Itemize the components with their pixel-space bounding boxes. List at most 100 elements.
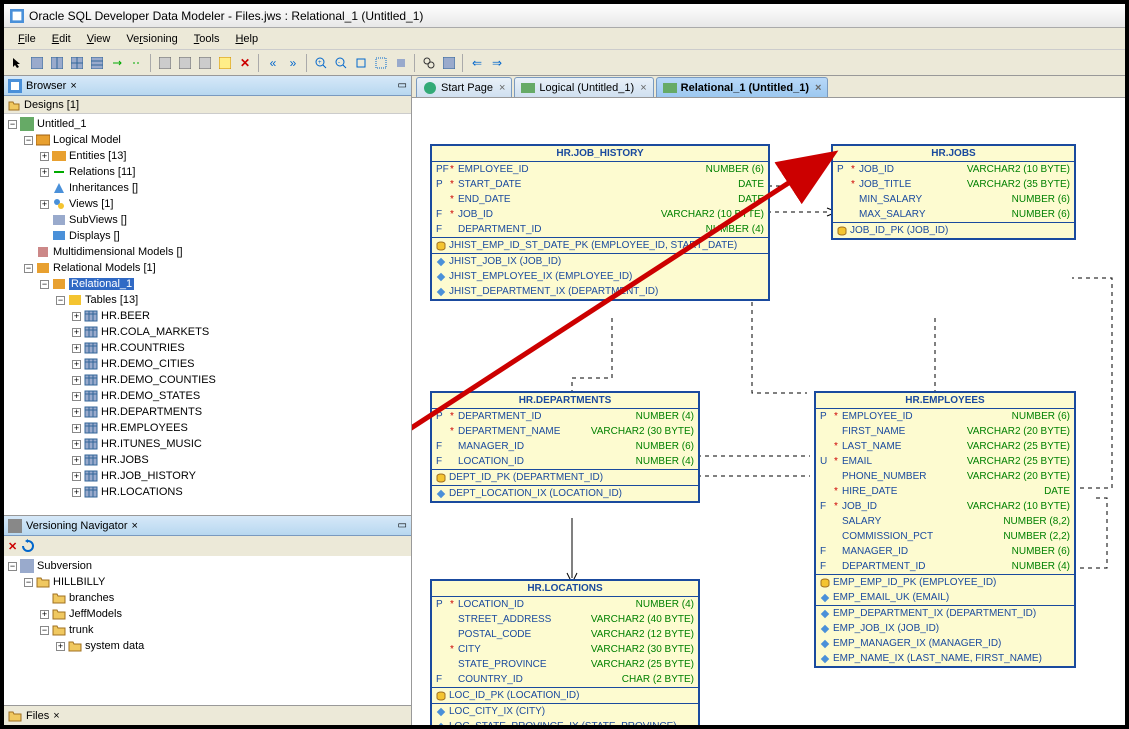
tool-note[interactable]: [216, 54, 234, 72]
tab-logical[interactable]: Logical (Untitled_1)×: [514, 77, 653, 97]
tree-displays[interactable]: Displays []: [4, 228, 411, 244]
tree-hr-itunes[interactable]: +HR.ITUNES_MUSIC: [4, 436, 411, 452]
browser-toolbar: Designs [1]: [4, 96, 411, 114]
tab-start-close[interactable]: ×: [499, 82, 505, 94]
tree-hr-departments[interactable]: +HR.DEPARTMENTS: [4, 404, 411, 420]
files-icon: [8, 709, 22, 723]
tree-subviews[interactable]: SubViews []: [4, 212, 411, 228]
vtree-system-data[interactable]: +system data: [4, 638, 411, 654]
diagram-canvas[interactable]: HR.JOB_HISTORYPF*EMPLOYEE_IDNUMBER (6)P*…: [412, 98, 1125, 725]
versioning-panel: Versioning Navigator × ▭ ✕ −Subversion −…: [4, 515, 411, 705]
tool-grid4[interactable]: [88, 54, 106, 72]
folder-icon: [8, 99, 20, 111]
tree-hr-countries[interactable]: +HR.COUNTRIES: [4, 340, 411, 356]
versioning-tree[interactable]: −Subversion −HILLBILLY branches +JeffMod…: [4, 556, 411, 705]
versioning-min[interactable]: ▭: [398, 520, 407, 531]
vtree-trunk[interactable]: −trunk: [4, 622, 411, 638]
window-title: Oracle SQL Developer Data Modeler - File…: [29, 9, 423, 23]
tool-fit[interactable]: [352, 54, 370, 72]
tree-relational-models[interactable]: −Relational Models [1]: [4, 260, 411, 276]
tree-hr-demo-cities[interactable]: +HR.DEMO_CITIES: [4, 356, 411, 372]
tool-zoom-out[interactable]: -: [332, 54, 350, 72]
menu-edit[interactable]: Edit: [44, 31, 79, 47]
tool-grid1[interactable]: [28, 54, 46, 72]
menu-file[interactable]: File: [10, 31, 44, 47]
tree-untitled[interactable]: −Untitled_1: [4, 116, 411, 132]
versioning-refresh[interactable]: [21, 539, 35, 553]
tool-save[interactable]: [156, 54, 174, 72]
tool-prev[interactable]: ⇐: [468, 54, 486, 72]
svg-text:+: +: [318, 60, 322, 66]
tool-zoom-in[interactable]: +: [312, 54, 330, 72]
svg-text:-: -: [338, 60, 340, 66]
titlebar: Oracle SQL Developer Data Modeler - File…: [4, 4, 1125, 28]
tabs-bar: Start Page× Logical (Untitled_1)× Relati…: [412, 76, 1125, 98]
tree-hr-employees[interactable]: +HR.EMPLOYEES: [4, 420, 411, 436]
entity-jobs[interactable]: HR.JOBSP*JOB_IDVARCHAR2 (10 BYTE)*JOB_TI…: [831, 144, 1076, 240]
menu-help[interactable]: Help: [227, 31, 266, 47]
files-tab[interactable]: Files ×: [4, 705, 411, 725]
tree-relations[interactable]: +Relations [11]: [4, 164, 411, 180]
tool-nav[interactable]: [440, 54, 458, 72]
files-close[interactable]: ×: [53, 710, 59, 722]
entity-locations[interactable]: HR.LOCATIONSP*LOCATION_IDNUMBER (4)STREE…: [430, 579, 700, 725]
tree-hr-job-history[interactable]: +HR.JOB_HISTORY: [4, 468, 411, 484]
tool-grid2[interactable]: [48, 54, 66, 72]
browser-close[interactable]: ×: [70, 80, 76, 92]
tool-pointer[interactable]: [8, 54, 26, 72]
menu-versioning[interactable]: Versioning: [118, 31, 185, 47]
tree-entities[interactable]: +Entities [13]: [4, 148, 411, 164]
tree-hr-jobs[interactable]: +HR.JOBS: [4, 452, 411, 468]
versioning-icon: [8, 519, 22, 533]
tool-first[interactable]: «: [264, 54, 282, 72]
tab-relational-close[interactable]: ×: [815, 82, 821, 94]
left-panel: Browser × ▭ Designs [1] −Untitled_1 −Log…: [4, 76, 412, 725]
vtree-hillbilly[interactable]: −HILLBILLY: [4, 574, 411, 590]
tool-layout[interactable]: [392, 54, 410, 72]
browser-title: Browser: [26, 80, 66, 92]
tool-grid3[interactable]: [68, 54, 86, 72]
menu-tools[interactable]: Tools: [186, 31, 228, 47]
tree-logical-model[interactable]: −Logical Model: [4, 132, 411, 148]
versioning-header: Versioning Navigator × ▭: [4, 516, 411, 536]
tree-hr-locations[interactable]: +HR.LOCATIONS: [4, 484, 411, 500]
menu-view[interactable]: View: [79, 31, 119, 47]
tool-print[interactable]: [196, 54, 214, 72]
tree-inheritances[interactable]: Inheritances []: [4, 180, 411, 196]
tree-multidimensional[interactable]: Multidimensional Models []: [4, 244, 411, 260]
tab-relational[interactable]: Relational_1 (Untitled_1)×: [656, 77, 829, 97]
entity-job-history[interactable]: HR.JOB_HISTORYPF*EMPLOYEE_IDNUMBER (6)P*…: [430, 144, 770, 301]
tool-fit-sel[interactable]: [372, 54, 390, 72]
tool-relation[interactable]: [108, 54, 126, 72]
tree-views[interactable]: +Views [1]: [4, 196, 411, 212]
tool-search[interactable]: [420, 54, 438, 72]
versioning-title: Versioning Navigator: [26, 520, 128, 532]
vtree-subversion[interactable]: −Subversion: [4, 558, 411, 574]
browser-panel-header: Browser × ▭: [4, 76, 411, 96]
entity-employees[interactable]: HR.EMPLOYEESP*EMPLOYEE_IDNUMBER (6)FIRST…: [814, 391, 1076, 668]
browser-tree[interactable]: −Untitled_1 −Logical Model +Entities [13…: [4, 114, 411, 515]
tool-delete[interactable]: ✕: [236, 54, 254, 72]
tree-relational-1[interactable]: −Relational_1: [4, 276, 411, 292]
tool-relation2[interactable]: [128, 54, 146, 72]
browser-icon: [8, 79, 22, 93]
tool-next[interactable]: ⇒: [488, 54, 506, 72]
tab-start[interactable]: Start Page×: [416, 77, 512, 97]
tree-hr-cola[interactable]: +HR.COLA_MARKETS: [4, 324, 411, 340]
tool-last[interactable]: »: [284, 54, 302, 72]
tree-tables[interactable]: −Tables [13]: [4, 292, 411, 308]
vtree-jeffmodels[interactable]: +JeffModels: [4, 606, 411, 622]
menubar: File Edit View Versioning Tools Help: [4, 28, 1125, 50]
tool-open[interactable]: [176, 54, 194, 72]
entity-departments[interactable]: HR.DEPARTMENTSP*DEPARTMENT_IDNUMBER (4)*…: [430, 391, 700, 503]
main-area: Browser × ▭ Designs [1] −Untitled_1 −Log…: [4, 76, 1125, 725]
tree-hr-beer[interactable]: +HR.BEER: [4, 308, 411, 324]
tree-hr-demo-counties[interactable]: +HR.DEMO_COUNTIES: [4, 372, 411, 388]
tree-hr-demo-states[interactable]: +HR.DEMO_STATES: [4, 388, 411, 404]
versioning-close[interactable]: ×: [132, 520, 138, 532]
vtree-branches[interactable]: branches: [4, 590, 411, 606]
versioning-toolbar: ✕: [4, 536, 411, 556]
versioning-delete[interactable]: ✕: [8, 540, 17, 553]
browser-min[interactable]: ▭: [398, 80, 407, 91]
tab-logical-close[interactable]: ×: [640, 82, 646, 94]
